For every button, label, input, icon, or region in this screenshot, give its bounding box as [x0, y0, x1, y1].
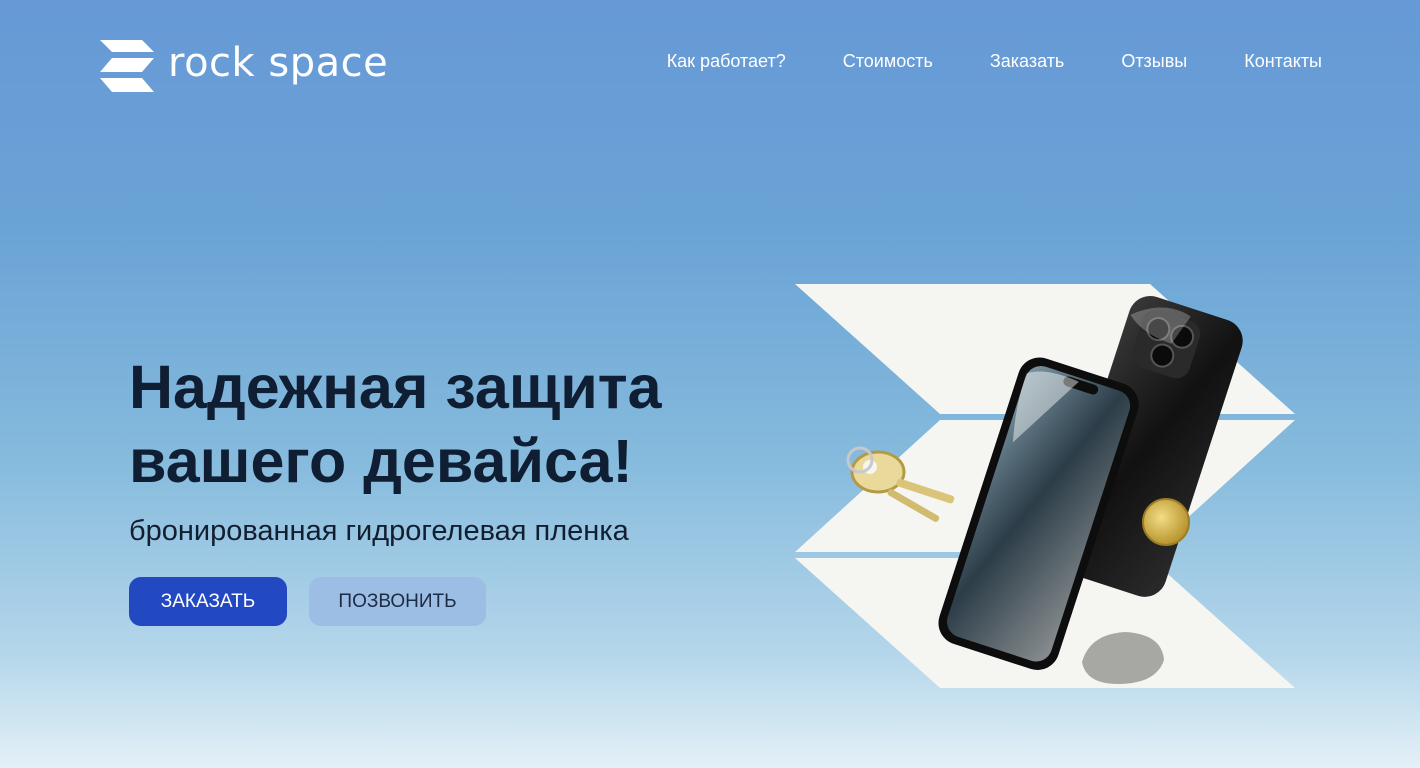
call-button[interactable]: ПОЗВОНИТЬ: [309, 577, 486, 626]
logo-icon: [100, 40, 154, 92]
coin-object: [1142, 498, 1190, 546]
hero-subtitle: бронированная гидрогелевая пленка: [129, 515, 629, 547]
logo-link[interactable]: rock space: [98, 38, 388, 94]
nav-item-pricing[interactable]: Стоимость: [843, 50, 933, 72]
nav-item-reviews[interactable]: Отзывы: [1121, 50, 1187, 72]
order-button[interactable]: ЗАКАЗАТЬ: [129, 577, 287, 626]
hero-title: Надежная защита вашего девайса!: [129, 353, 662, 495]
hero-illustration: [795, 284, 1295, 688]
brand-name: rock space: [168, 40, 389, 86]
nav-item-how-it-works[interactable]: Как работает?: [667, 50, 786, 72]
nav-item-contacts[interactable]: Контакты: [1244, 50, 1322, 72]
site-header: rock space Как работает? Стоимость Заказ…: [0, 0, 1420, 120]
main-nav: Как работает? Стоимость Заказать Отзывы …: [610, 50, 1322, 72]
nav-item-order[interactable]: Заказать: [990, 50, 1064, 72]
